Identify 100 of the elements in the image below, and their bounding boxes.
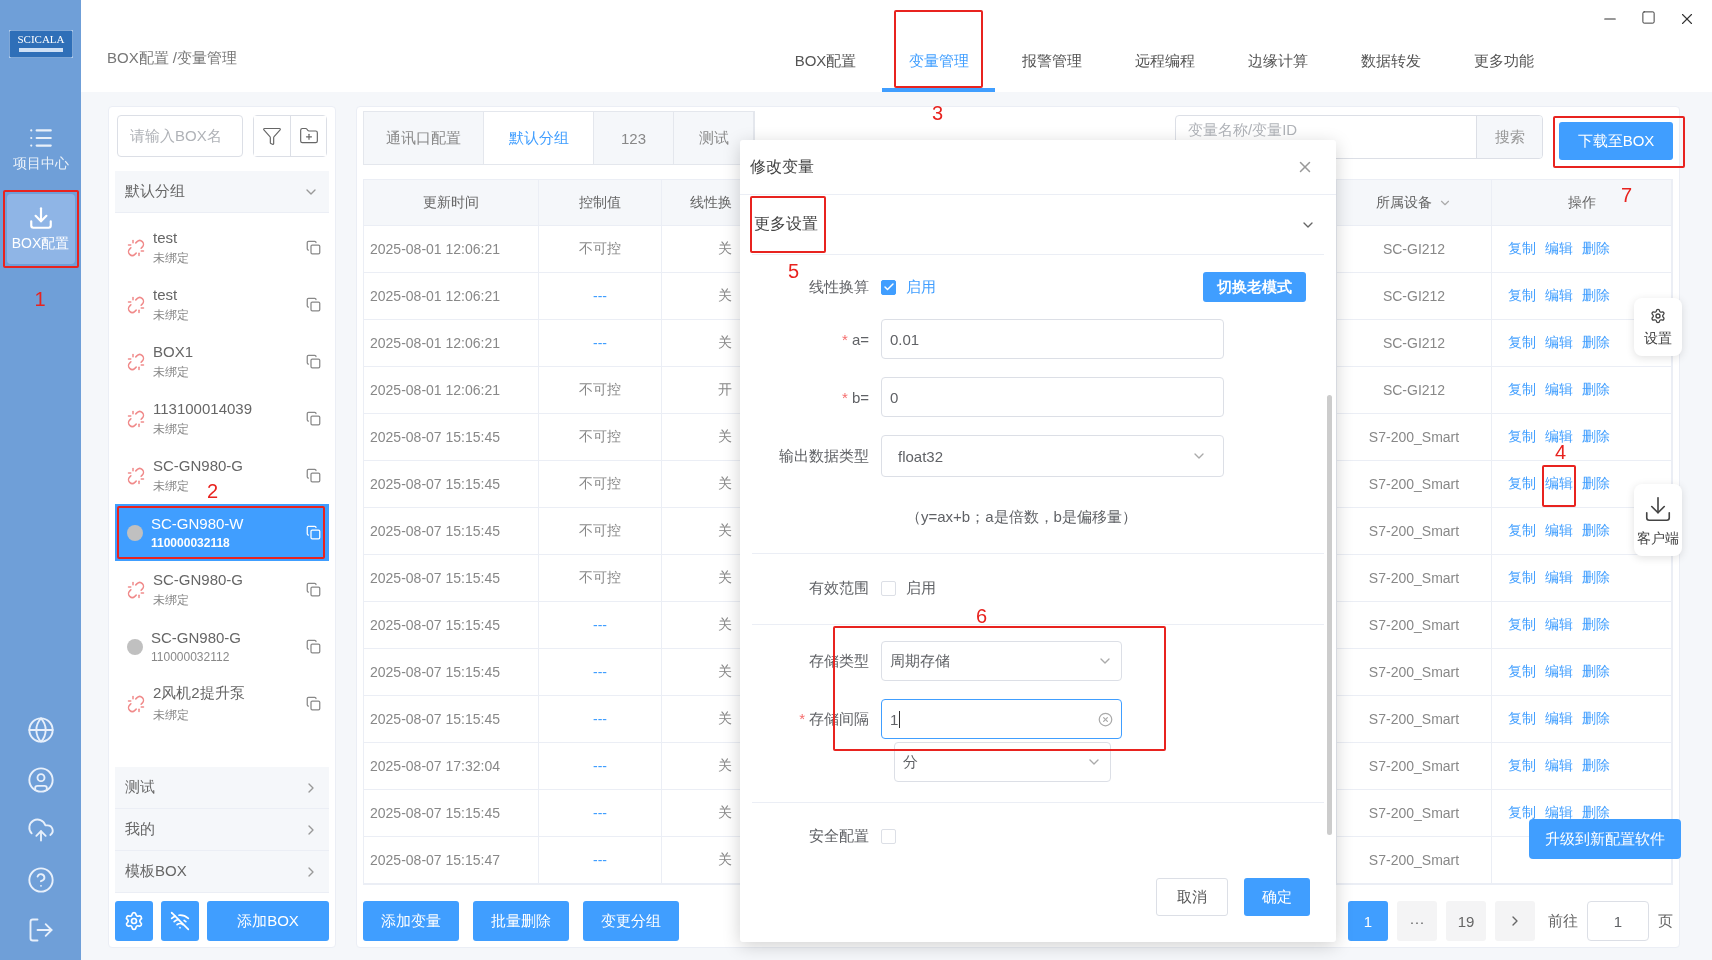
action-link[interactable]: 复制 xyxy=(1508,616,1536,634)
checkbox[interactable] xyxy=(881,279,896,295)
formula-hint: （y=ax+b；a是倍数，b是偏移量） xyxy=(906,507,1137,527)
copy-icon[interactable] xyxy=(306,297,321,312)
search-field[interactable]: 请输入BOX名 xyxy=(117,115,243,157)
cancel-button[interactable]: 取消 xyxy=(1156,878,1228,916)
group-tab[interactable]: 默认分组 xyxy=(484,112,594,164)
action-link[interactable]: 复制 xyxy=(1508,710,1536,728)
input-field[interactable]: 0 xyxy=(881,377,1224,417)
copy-icon[interactable] xyxy=(306,468,321,483)
action-link[interactable]: 编辑 xyxy=(1545,710,1573,728)
action-link[interactable]: 复制 xyxy=(1508,663,1536,681)
action-link[interactable]: 删除 xyxy=(1582,475,1610,493)
side-widget[interactable]: 客户端 xyxy=(1634,484,1682,556)
action-link[interactable]: 复制 xyxy=(1508,569,1536,587)
action-link[interactable]: 复制 xyxy=(1508,381,1536,399)
select-field[interactable]: 分 xyxy=(894,742,1111,782)
action-link[interactable]: 编辑 xyxy=(1545,663,1573,681)
action-link[interactable]: 删除 xyxy=(1582,804,1610,822)
group-header[interactable]: 模板BOX xyxy=(115,851,329,893)
action-link[interactable]: 复制 xyxy=(1508,240,1536,258)
action-link[interactable]: 复制 xyxy=(1508,334,1536,352)
add-box-button[interactable]: 添加BOX xyxy=(207,901,329,941)
action-link[interactable]: 编辑 xyxy=(1545,428,1573,446)
group-header[interactable]: 测试 xyxy=(115,767,329,809)
action-button[interactable]: 添加变量 xyxy=(363,901,459,941)
cloud-upload-icon[interactable] xyxy=(26,816,55,844)
top-tab[interactable]: 远程编程 xyxy=(1108,34,1221,92)
action-link[interactable]: 编辑 xyxy=(1545,475,1573,493)
page-button[interactable]: ··· xyxy=(1397,901,1437,941)
table-cell: 2025-08-01 12:06:21 xyxy=(364,226,539,272)
input-field[interactable]: 0.01 xyxy=(881,319,1224,359)
top-tab[interactable]: 报警管理 xyxy=(995,34,1108,92)
table-cell: 不可控 xyxy=(539,414,662,460)
action-link[interactable]: 删除 xyxy=(1582,287,1610,305)
action-link[interactable]: 删除 xyxy=(1582,428,1610,446)
action-link[interactable]: 复制 xyxy=(1508,522,1536,540)
action-link[interactable]: 复制 xyxy=(1508,757,1536,775)
side-widget[interactable]: 设置 xyxy=(1634,298,1682,356)
top-tab[interactable]: 变量管理 xyxy=(882,34,995,92)
select-field[interactable]: 周期存储 xyxy=(881,641,1122,681)
copy-icon[interactable] xyxy=(306,240,321,255)
globe-icon[interactable] xyxy=(26,716,55,744)
action-link[interactable]: 编辑 xyxy=(1545,240,1573,258)
action-link[interactable]: 删除 xyxy=(1582,616,1610,634)
page-button[interactable]: 1 xyxy=(1348,901,1388,941)
help-icon[interactable] xyxy=(26,866,55,894)
group-tab[interactable]: 123 xyxy=(594,112,674,164)
upgrade-button[interactable]: 升级到新配置软件 xyxy=(1529,819,1681,859)
group-header[interactable]: 我的 xyxy=(115,809,329,851)
action-link[interactable]: 复制 xyxy=(1508,475,1536,493)
add-folder-button[interactable] xyxy=(290,116,326,156)
user-icon[interactable] xyxy=(26,766,55,794)
switch-mode-button[interactable]: 切换老模式 xyxy=(1203,272,1306,302)
input-field[interactable]: 1 xyxy=(881,699,1122,739)
top-tab[interactable]: 数据转发 xyxy=(1334,34,1447,92)
copy-icon[interactable] xyxy=(306,525,321,540)
action-link[interactable]: 复制 xyxy=(1508,428,1536,446)
copy-icon[interactable] xyxy=(306,354,321,369)
wifi-off-button[interactable] xyxy=(161,901,199,941)
action-link[interactable]: 编辑 xyxy=(1545,616,1573,634)
action-link[interactable]: 编辑 xyxy=(1545,522,1573,540)
action-link[interactable]: 删除 xyxy=(1582,522,1610,540)
top-tab[interactable]: BOX配置 xyxy=(769,34,882,92)
action-button[interactable]: 批量删除 xyxy=(473,901,569,941)
action-link[interactable]: 删除 xyxy=(1582,240,1610,258)
clear-icon[interactable] xyxy=(1098,711,1113,727)
action-button[interactable]: 变更分组 xyxy=(583,901,679,941)
action-link[interactable]: 编辑 xyxy=(1545,287,1573,305)
action-link[interactable]: 删除 xyxy=(1582,710,1610,728)
top-tab[interactable]: 边缘计算 xyxy=(1221,34,1334,92)
action-link[interactable]: 编辑 xyxy=(1545,381,1573,399)
action-link[interactable]: 复制 xyxy=(1508,287,1536,305)
action-link[interactable]: 复制 xyxy=(1508,804,1536,822)
group-header[interactable]: 默认分组 xyxy=(115,171,329,213)
action-link[interactable]: 删除 xyxy=(1582,381,1610,399)
top-tab[interactable]: 更多功能 xyxy=(1447,34,1560,92)
action-link[interactable]: 编辑 xyxy=(1545,334,1573,352)
confirm-button[interactable]: 确定 xyxy=(1244,878,1310,916)
page-button[interactable]: 19 xyxy=(1446,901,1486,941)
device-item[interactable]: SC-GN980-W 110000032118 xyxy=(115,504,329,561)
page-input[interactable]: 1 xyxy=(1587,901,1649,941)
action-link[interactable]: 编辑 xyxy=(1545,569,1573,587)
table-cell: 不可控 xyxy=(539,367,662,413)
settings-button[interactable] xyxy=(115,901,153,941)
action-link[interactable]: 删除 xyxy=(1582,569,1610,587)
select-field[interactable]: float32 xyxy=(881,435,1224,477)
action-link[interactable]: 删除 xyxy=(1582,757,1610,775)
copy-icon[interactable] xyxy=(306,411,321,426)
nav-item[interactable]: BOX配置 xyxy=(6,194,75,264)
action-link[interactable]: 删除 xyxy=(1582,663,1610,681)
action-link[interactable]: 编辑 xyxy=(1545,804,1573,822)
action-link[interactable]: 删除 xyxy=(1582,334,1610,352)
download-button[interactable]: 下载至BOX xyxy=(1559,122,1673,160)
nav-item[interactable]: 项目中心 xyxy=(6,114,75,184)
maximize-icon[interactable] xyxy=(1641,10,1656,25)
copy-icon[interactable] xyxy=(306,696,321,711)
copy-icon[interactable] xyxy=(306,639,321,654)
action-link[interactable]: 编辑 xyxy=(1545,757,1573,775)
copy-icon[interactable] xyxy=(306,582,321,597)
